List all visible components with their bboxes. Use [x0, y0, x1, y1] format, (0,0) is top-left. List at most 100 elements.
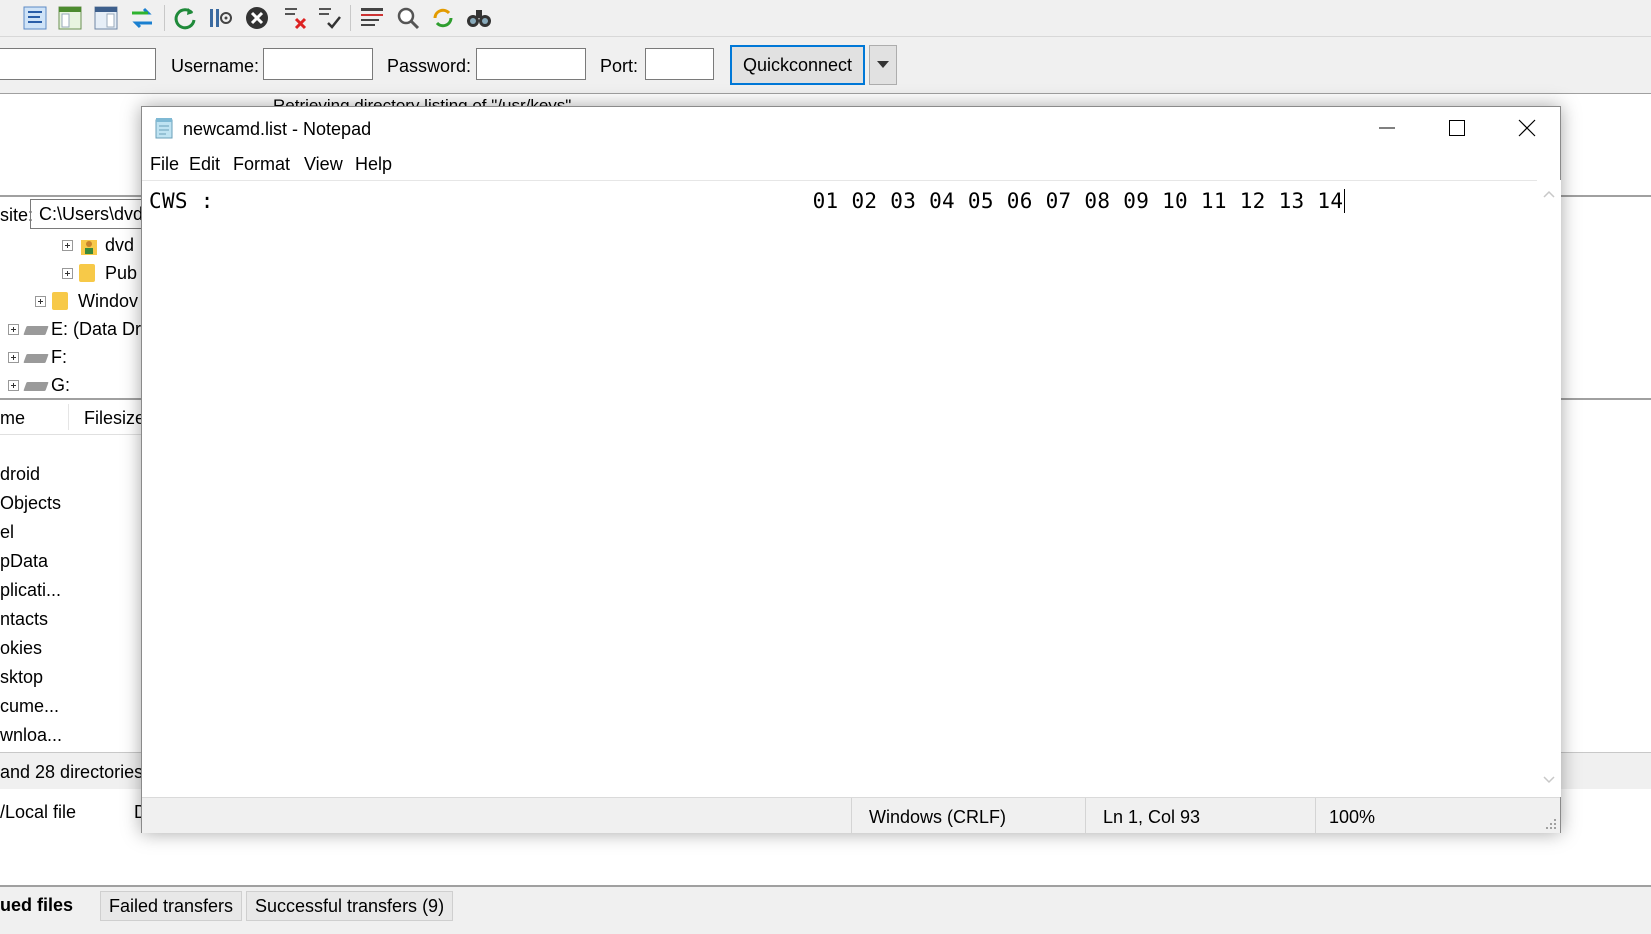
- refresh-icon[interactable]: [170, 3, 200, 33]
- minimize-icon: [1379, 127, 1395, 129]
- resize-grip-icon[interactable]: [1545, 818, 1557, 830]
- disconnect-icon[interactable]: [280, 3, 310, 33]
- username-input[interactable]: [263, 48, 373, 80]
- notepad-window: newcamd.list - Notepad File Edit Format …: [141, 106, 1561, 833]
- tree-item[interactable]: Windov: [35, 287, 138, 315]
- list-item[interactable]: pData: [0, 551, 48, 572]
- vertical-scrollbar[interactable]: [1537, 180, 1561, 797]
- tree-item[interactable]: Pub: [62, 259, 137, 287]
- local-file-list: droid Objects el pData plicati... ntacts…: [0, 456, 150, 746]
- menu-help[interactable]: Help: [355, 154, 392, 175]
- toggle-log-icon[interactable]: [20, 3, 50, 33]
- window-title: newcamd.list - Notepad: [183, 119, 372, 139]
- menu-file[interactable]: File: [150, 154, 179, 175]
- folder-icon: [52, 292, 72, 310]
- toggle-sync-browsing-icon[interactable]: [428, 3, 458, 33]
- text-caret: [1344, 189, 1346, 213]
- expand-icon[interactable]: [62, 239, 73, 251]
- list-item[interactable]: el: [0, 522, 14, 543]
- expand-icon[interactable]: [8, 351, 19, 363]
- drive-icon: [23, 348, 49, 366]
- process-queue-icon[interactable]: [205, 3, 235, 33]
- maximize-button[interactable]: [1422, 107, 1492, 149]
- tree-item[interactable]: dvd: [62, 231, 134, 259]
- list-item[interactable]: plicati...: [0, 580, 61, 601]
- notepad-menubar: File Edit Format View Help: [142, 152, 1560, 178]
- list-item[interactable]: wnloa...: [0, 725, 62, 746]
- drive-icon: [23, 376, 49, 394]
- expand-icon[interactable]: [8, 323, 19, 335]
- notepad-statusbar: Windows (CRLF) Ln 1, Col 93 100%: [142, 797, 1560, 833]
- expand-icon[interactable]: [8, 379, 19, 391]
- user-folder-icon: [79, 236, 99, 255]
- password-input[interactable]: [476, 48, 586, 80]
- quickconnect-dropdown-button[interactable]: [869, 45, 897, 85]
- list-item[interactable]: Objects: [0, 493, 61, 514]
- tab-queued-files[interactable]: ued files: [0, 891, 82, 921]
- queue-column-local-file[interactable]: /Local file: [0, 802, 76, 823]
- quickconnect-button[interactable]: Quickconnect: [730, 45, 865, 85]
- reconnect-icon[interactable]: [314, 3, 344, 33]
- menu-edit[interactable]: Edit: [189, 154, 220, 175]
- editor-line: CWS : 01 02 03 04 05 06 07 08 09 10 11 1…: [149, 189, 1346, 213]
- tree-item-label: G:: [51, 374, 71, 395]
- zoom-status: 100%: [1329, 807, 1376, 827]
- folder-icon: [79, 264, 99, 282]
- chevron-down-icon: [877, 61, 889, 68]
- password-label: Password:: [387, 56, 472, 76]
- host-input[interactable]: [0, 48, 156, 80]
- menu-format[interactable]: Format: [233, 154, 290, 175]
- directory-comparison-icon[interactable]: [464, 3, 494, 33]
- tree-item-label: Windov: [78, 290, 139, 311]
- notepad-icon: [154, 117, 174, 139]
- tab-successful-transfers[interactable]: Successful transfers (9): [246, 891, 454, 921]
- expand-icon[interactable]: [62, 267, 73, 279]
- text-prefix: CWS :: [149, 189, 227, 213]
- tree-item[interactable]: G:: [8, 371, 70, 399]
- local-directory-count: and 28 directories: [0, 762, 144, 782]
- tree-item[interactable]: F:: [8, 343, 67, 371]
- tree-item-label: F:: [51, 346, 67, 367]
- menu-view[interactable]: View: [304, 154, 343, 175]
- column-header-filesize[interactable]: Filesize: [84, 408, 145, 429]
- tab-failed-transfers[interactable]: Failed transfers: [100, 891, 243, 921]
- column-header-filename[interactable]: me: [0, 408, 25, 429]
- line-ending-status: Windows (CRLF): [869, 807, 1007, 827]
- list-item[interactable]: droid: [0, 464, 40, 485]
- expand-icon[interactable]: [35, 295, 46, 307]
- list-item[interactable]: ntacts: [0, 609, 48, 630]
- search-files-icon[interactable]: [393, 3, 423, 33]
- close-icon: [1518, 119, 1536, 137]
- drive-icon: [23, 320, 49, 338]
- tree-item-label: E: (Data Dr: [51, 318, 142, 339]
- notepad-titlebar[interactable]: newcamd.list - Notepad: [142, 107, 1560, 149]
- port-input[interactable]: [645, 48, 714, 80]
- text-editor[interactable]: CWS : 01 02 03 04 05 06 07 08 09 10 11 1…: [142, 180, 1537, 797]
- local-site-path-input[interactable]: C:\Users\dvd: [30, 199, 150, 229]
- maximize-icon: [1449, 120, 1465, 136]
- tree-item-label: dvd: [105, 234, 135, 255]
- scroll-up-icon[interactable]: [1541, 186, 1557, 202]
- scroll-down-icon[interactable]: [1541, 772, 1557, 788]
- tree-item[interactable]: E: (Data Dr: [8, 315, 141, 343]
- minimize-button[interactable]: [1352, 107, 1422, 149]
- port-label: Port:: [600, 56, 639, 76]
- cursor-position-status: Ln 1, Col 93: [1103, 807, 1201, 827]
- cancel-icon[interactable]: [242, 3, 272, 33]
- toggle-remote-tree-icon[interactable]: [91, 3, 121, 33]
- toggle-local-tree-icon[interactable]: [55, 3, 85, 33]
- list-item[interactable]: sktop: [0, 667, 43, 688]
- text-suffix: 01 02 03 04 05 06 07 08 09 10 11 12 13 1…: [799, 189, 1344, 213]
- directory-listing-filters-icon[interactable]: [357, 3, 387, 33]
- close-button[interactable]: [1492, 107, 1562, 149]
- queue-tabs: ued files Failed transfers Successful tr…: [0, 885, 1651, 934]
- quickconnect-bar: Username: Password: Port: Quickconnect: [0, 37, 1651, 94]
- transfer-queue-icon[interactable]: [127, 3, 157, 33]
- local-directory-tree: dvd Pub Windov E: (Data Dr F: G:: [0, 231, 150, 396]
- list-item[interactable]: okies: [0, 638, 42, 659]
- list-item[interactable]: cume...: [0, 696, 59, 717]
- local-site-label: site:: [0, 205, 34, 225]
- file-list-header: me Filesize: [0, 400, 150, 435]
- redacted-region: [226, 189, 800, 213]
- tree-item-label: Pub: [105, 262, 138, 283]
